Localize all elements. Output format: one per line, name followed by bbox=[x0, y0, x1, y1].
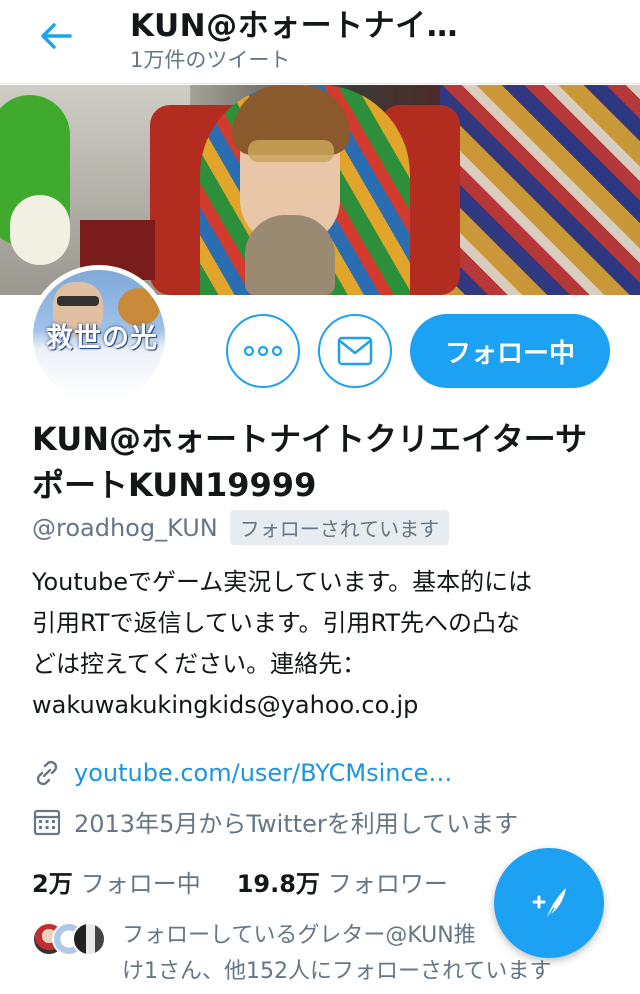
follows-you-badge: フォローされています bbox=[229, 510, 450, 545]
arrow-left-icon bbox=[41, 23, 72, 49]
mutual-follower-avatars bbox=[32, 922, 112, 958]
header-title: KUN@ホォートナイ… bbox=[130, 8, 459, 44]
profile-url-link[interactable]: youtube.com/user/BYCMsince… bbox=[74, 759, 452, 787]
followers-label: フォロワー bbox=[327, 870, 448, 898]
tweet-count: 1万件のツイート bbox=[130, 48, 291, 72]
following-count: 2万 bbox=[32, 870, 73, 898]
avatar bbox=[72, 922, 106, 956]
bio-line: 引用RTで返信しています。引用RT先への凸な bbox=[32, 609, 521, 637]
more-options-button[interactable] bbox=[226, 314, 300, 388]
bio-line: どは控えてください。連絡先： bbox=[32, 650, 367, 678]
profile-link-row[interactable]: youtube.com/user/BYCMsince… bbox=[32, 758, 452, 788]
compose-tweet-button[interactable] bbox=[494, 848, 604, 958]
envelope-icon bbox=[337, 336, 373, 366]
link-icon bbox=[36, 760, 58, 786]
more-dots-icon bbox=[244, 346, 282, 356]
compose-feather-icon bbox=[532, 888, 566, 921]
profile-banner[interactable] bbox=[0, 85, 640, 295]
bio-line: Youtubeでゲーム実況しています。基本的には bbox=[32, 568, 533, 596]
followers-count: 19.8万 bbox=[236, 870, 320, 898]
profile-bio: Youtubeでゲーム実況しています。基本的には 引用RTで返信しています。引用… bbox=[32, 562, 612, 726]
bio-email[interactable]: wakuwakukingkids@yahoo.co.jp bbox=[32, 685, 612, 726]
following-button[interactable]: フォロー中 bbox=[410, 314, 610, 388]
handle-row: @roadhog_KUN フォローされています bbox=[32, 510, 450, 545]
followers-stat[interactable]: 19.8万 フォロワー bbox=[237, 864, 448, 899]
username-handle: @roadhog_KUN bbox=[32, 513, 218, 542]
follow-stats: 2万 フォロー中 19.8万 フォロワー bbox=[32, 864, 448, 899]
following-label: フォロー中 bbox=[80, 870, 201, 898]
back-button[interactable] bbox=[30, 18, 82, 54]
top-header: KUN@ホォートナイ… 1万件のツイート bbox=[0, 0, 640, 84]
profile-avatar[interactable]: 救世の光 bbox=[28, 265, 170, 407]
following-stat[interactable]: 2万 フォロー中 bbox=[32, 864, 201, 899]
direct-message-button[interactable] bbox=[318, 314, 392, 388]
calendar-icon bbox=[33, 809, 61, 835]
avatar-logo-text: 救世の光 bbox=[46, 323, 158, 354]
joined-date-text: 2013年5月からTwitterを利用しています bbox=[74, 810, 519, 838]
display-name: KUN@ホォートナイトクリエイターサポートKUN19999 bbox=[32, 420, 588, 504]
joined-date-row: 2013年5月からTwitterを利用しています bbox=[32, 804, 518, 839]
